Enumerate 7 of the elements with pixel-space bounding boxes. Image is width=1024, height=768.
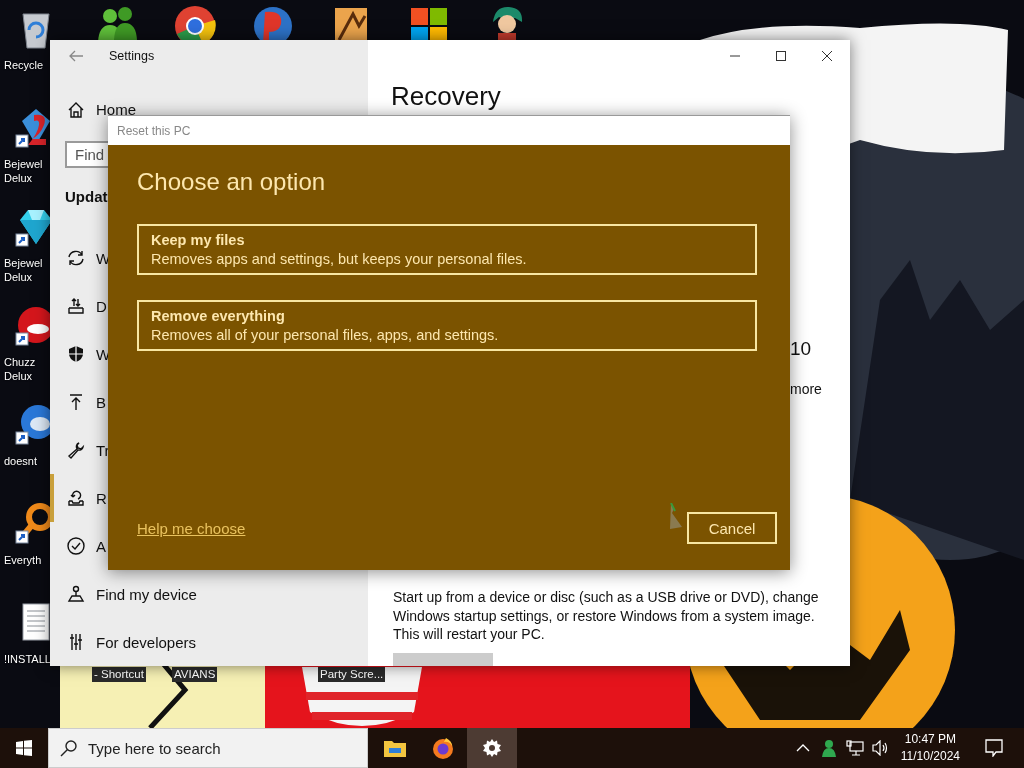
window-title: Settings [109,49,155,63]
heading-fragment: 10 [790,337,812,361]
page-title: Recovery [391,80,502,112]
dialog-title: Reset this PC [117,123,191,138]
description-text: Start up from a device or disc (such as a USB drive or DVD), change Windows startup settings, or restore Windows from a system image. This will restart your PC. [393,588,820,644]
dialog-heading: Choose an option [137,167,327,197]
section-heading: Updat [65,187,109,207]
